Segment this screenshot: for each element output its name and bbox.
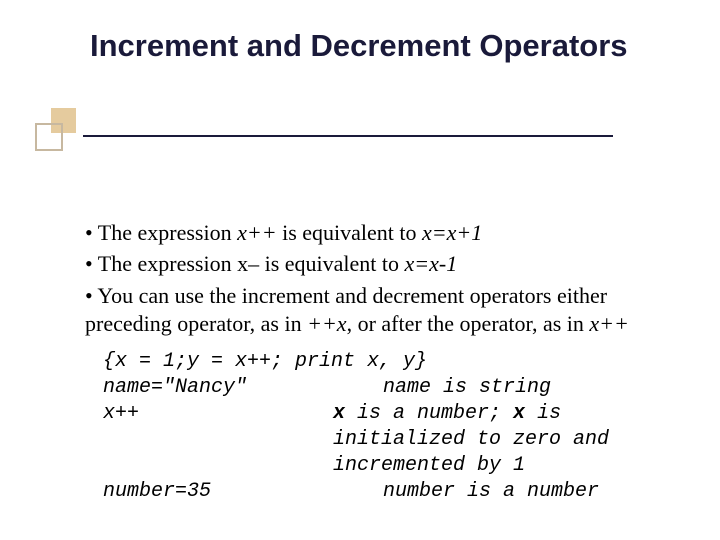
bullet-2-text-a: • The expression x– is equivalent to [85, 251, 405, 276]
code-row-name: name="Nancy" name is string [103, 375, 670, 401]
bullet-1-expr-a: x++ [237, 220, 276, 245]
code-row-number: number=35 number is a number [103, 479, 670, 505]
bullet-1: • The expression x++ is equivalent to x=… [85, 219, 670, 248]
deco-square-outline [35, 123, 63, 151]
code-example: {x = 1;y = x++; print x, y} name="Nancy"… [85, 349, 670, 505]
code-row-xpp: x++ x is a number; x is [103, 401, 670, 427]
code-xpp-left: x++ [103, 401, 333, 427]
bullet-3-expr-a: ++x [307, 311, 346, 336]
slide-title: Increment and Decrement Operators [90, 28, 720, 64]
code-xpp-right-2: initialized to zero and [333, 427, 670, 453]
bullet-3-expr-b: x++ [589, 311, 628, 336]
code-row-xpp-cont1: initialized to zero and [103, 427, 670, 453]
code-xpp-mid: is a number; [345, 402, 513, 425]
code-row-xpp-cont2: incremented by 1 [103, 453, 670, 479]
code-x-bold-2: x [513, 402, 525, 425]
code-name-left: name="Nancy" [103, 375, 333, 401]
code-xpp-end: is [525, 402, 561, 425]
bullet-3-text-b: , or after the operator, as in [347, 311, 590, 336]
code-xpp-right-1: x is a number; x is [333, 401, 670, 427]
bullet-2: • The expression x– is equivalent to x=x… [85, 250, 670, 279]
slide-header: Increment and Decrement Operators [0, 0, 720, 64]
code-number-right: number is a number [333, 479, 670, 505]
bullet-1-text-a: • The expression [85, 220, 237, 245]
bullet-1-expr-b: x=x+1 [422, 220, 482, 245]
bullet-1-text-b: is equivalent to [277, 220, 422, 245]
code-name-right: name is string [333, 375, 670, 401]
code-xpp-right-3: incremented by 1 [333, 453, 670, 479]
code-line-1: {x = 1;y = x++; print x, y} [103, 349, 670, 375]
title-decoration [35, 105, 615, 155]
code-x-bold-1: x [333, 402, 345, 425]
bullet-3: • You can use the increment and decremen… [85, 282, 670, 339]
bullet-2-expr: x=x-1 [405, 251, 458, 276]
code-number-left: number=35 [103, 479, 333, 505]
deco-underline [83, 135, 613, 137]
